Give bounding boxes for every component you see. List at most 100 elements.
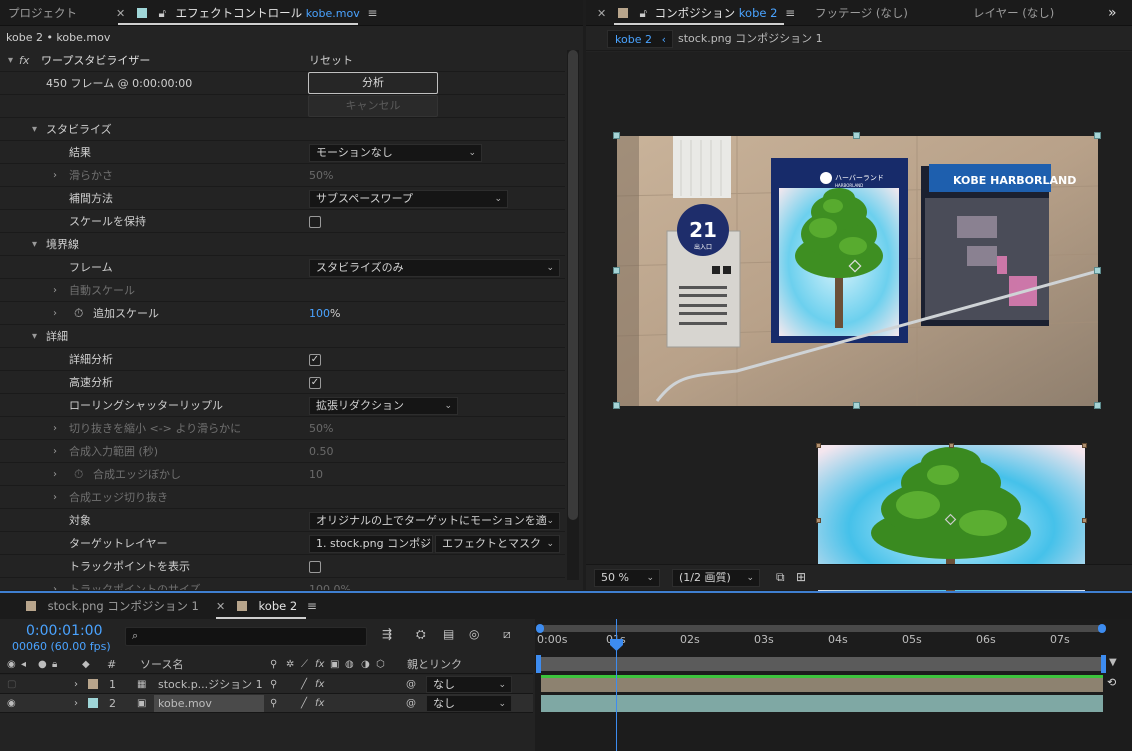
- analyze-button[interactable]: 分析: [308, 72, 438, 94]
- detailed-analysis-checkbox[interactable]: ✓: [309, 354, 321, 366]
- parent-dropdown[interactable]: なし ⌄: [426, 695, 512, 712]
- fx-switch-icon[interactable]: fx: [315, 655, 324, 674]
- twirl-right-icon[interactable]: ›: [53, 486, 57, 509]
- twirl-right-icon[interactable]: ›: [53, 164, 57, 187]
- frame-blending-icon[interactable]: ▤: [443, 627, 454, 641]
- frame-handle[interactable]: [853, 402, 860, 409]
- section-stabilize[interactable]: ▾ スタビライズ: [0, 118, 565, 141]
- close-icon[interactable]: ✕: [216, 600, 225, 613]
- adjustment-icon[interactable]: ◑: [361, 655, 370, 674]
- quality-icon[interactable]: ╱: [301, 694, 307, 713]
- work-area-bar[interactable]: [540, 657, 1104, 671]
- parent-dropdown[interactable]: なし ⌄: [426, 676, 512, 693]
- effect-scrollbar-thumb[interactable]: [568, 50, 578, 520]
- twirl-right-icon[interactable]: ›: [74, 694, 78, 713]
- fx-badge-icon[interactable]: fx: [19, 49, 29, 72]
- frame-handle[interactable]: [613, 132, 620, 139]
- eye-toggle[interactable]: ▢: [7, 675, 16, 694]
- shy-icon[interactable]: ⚲: [270, 675, 277, 694]
- stopwatch-icon[interactable]: ⏱︎: [74, 463, 83, 486]
- twirl-right-icon[interactable]: ›: [53, 417, 57, 440]
- time-navigator-end[interactable]: [1098, 624, 1106, 633]
- section-advanced[interactable]: ▾ 詳細: [0, 325, 565, 348]
- tab-kobe2[interactable]: ✕ kobe 2 ≡: [216, 593, 317, 619]
- layer-name[interactable]: kobe.mov: [158, 694, 212, 713]
- smoothness-value[interactable]: 50%: [309, 164, 333, 187]
- tab-stock-comp[interactable]: stock.png コンポジション 1: [26, 593, 199, 619]
- label-color-swatch[interactable]: [88, 698, 98, 708]
- show-tracks-checkbox[interactable]: [309, 561, 321, 573]
- twirl-right-icon[interactable]: ›: [53, 463, 57, 486]
- target-layer-dropdown[interactable]: 1. stock.png コンポジシ ⌄: [309, 535, 433, 553]
- twirl-down-icon[interactable]: ▾: [32, 233, 37, 256]
- 3d-layer-icon[interactable]: ⬡: [376, 655, 385, 674]
- frame-handle[interactable]: [1094, 267, 1101, 274]
- layer-handle[interactable]: [1082, 443, 1087, 448]
- section-borders[interactable]: ▾ 境界線: [0, 233, 565, 256]
- comp-marker-bin-icon[interactable]: ⟲: [1107, 676, 1121, 690]
- layer-handle[interactable]: [949, 443, 954, 448]
- frame-handle[interactable]: [613, 402, 620, 409]
- time-navigator-start[interactable]: [536, 624, 544, 633]
- zoom-dropdown[interactable]: 50 % ⌄: [594, 569, 660, 587]
- work-area-start[interactable]: [536, 655, 541, 673]
- twirl-right-icon[interactable]: ›: [53, 279, 57, 302]
- playhead-line[interactable]: [616, 619, 617, 751]
- lock-icon[interactable]: 🔓︎: [640, 6, 647, 20]
- close-icon[interactable]: ✕: [597, 7, 606, 20]
- quality-icon[interactable]: ╱: [301, 675, 307, 694]
- twirl-right-icon[interactable]: ›: [74, 675, 78, 694]
- draft-3d-icon[interactable]: ⛭: [416, 627, 426, 642]
- layer-2-duration-bar[interactable]: [541, 695, 1103, 712]
- layer-search-input[interactable]: ⌕: [125, 627, 367, 646]
- quality-icon[interactable]: ⟋: [301, 655, 308, 674]
- cancel-button[interactable]: キャンセル: [308, 95, 438, 117]
- shy-icon[interactable]: ⚲: [270, 694, 277, 713]
- eye-icon[interactable]: ◉: [7, 655, 16, 674]
- frame-handle[interactable]: [613, 267, 620, 274]
- audio-icon[interactable]: ◂: [21, 655, 26, 674]
- shy-icon[interactable]: ⚲: [270, 655, 277, 674]
- framing-dropdown[interactable]: スタビライズのみ ⌄: [309, 259, 560, 277]
- layer-name[interactable]: stock.p...ジション 1: [158, 675, 263, 694]
- twirl-right-icon[interactable]: ›: [53, 578, 57, 590]
- twirl-down-icon[interactable]: ▾: [32, 118, 37, 141]
- tab-project[interactable]: プロジェクト: [8, 0, 77, 26]
- composition-viewer[interactable]: 21 出入口 ハーバーランド HARBORLAND KOBE HARBORLAN…: [586, 52, 1132, 595]
- fx-switch-icon[interactable]: fx: [315, 694, 324, 713]
- time-navigator[interactable]: [540, 625, 1104, 632]
- panel-menu-icon[interactable]: ≡: [307, 599, 317, 613]
- synth-input-value[interactable]: 0.50: [309, 440, 334, 463]
- fast-analysis-checkbox[interactable]: ✓: [309, 377, 321, 389]
- label-color-swatch[interactable]: [88, 679, 98, 689]
- twirl-right-icon[interactable]: ›: [53, 302, 57, 325]
- layer-handle[interactable]: [1082, 518, 1087, 523]
- layer-handle[interactable]: [816, 518, 821, 523]
- synth-feather-value[interactable]: 10: [309, 463, 323, 486]
- fast-previews-icon[interactable]: ⧉: [776, 570, 785, 585]
- comp-mini-flowchart-icon[interactable]: ⇶: [382, 627, 392, 641]
- pick-whip-icon[interactable]: @: [406, 694, 416, 713]
- additional-scale-number[interactable]: 100: [309, 307, 330, 320]
- layer-row-1[interactable]: ▢ › 1 ▦ stock.p...ジション 1 ⚲ ╱ fx @ なし ⌄: [0, 675, 533, 694]
- fx-switch-icon[interactable]: fx: [315, 675, 324, 694]
- more-tabs-button[interactable]: »: [1108, 0, 1117, 26]
- frame-handle[interactable]: [1094, 402, 1101, 409]
- pick-whip-icon[interactable]: @: [406, 675, 416, 694]
- result-dropdown[interactable]: モーションなし ⌄: [309, 144, 482, 162]
- method-dropdown[interactable]: サブスペースワープ ⌄: [309, 190, 508, 208]
- additional-scale-value[interactable]: 100%: [309, 302, 340, 325]
- tab-footage[interactable]: フッテージ (なし): [815, 0, 908, 26]
- crop-value[interactable]: 50%: [309, 417, 333, 440]
- track-size-value[interactable]: 100.0%: [309, 578, 351, 590]
- twirl-down-icon[interactable]: ▾: [8, 49, 13, 72]
- stopwatch-icon[interactable]: ⏱︎: [74, 302, 83, 325]
- layer-handle[interactable]: [816, 443, 821, 448]
- frame-blend-icon[interactable]: ▣: [330, 655, 339, 674]
- solo-icon[interactable]: ●: [38, 655, 47, 674]
- column-parent-link[interactable]: 親とリンク: [407, 655, 462, 674]
- preserve-scale-checkbox[interactable]: [309, 216, 321, 228]
- transparency-grid-icon[interactable]: ⊞: [796, 570, 806, 584]
- label-tag-icon[interactable]: ◆: [82, 655, 90, 674]
- target-dropdown[interactable]: オリジナルの上でターゲットにモーションを適 ⌄: [309, 512, 560, 530]
